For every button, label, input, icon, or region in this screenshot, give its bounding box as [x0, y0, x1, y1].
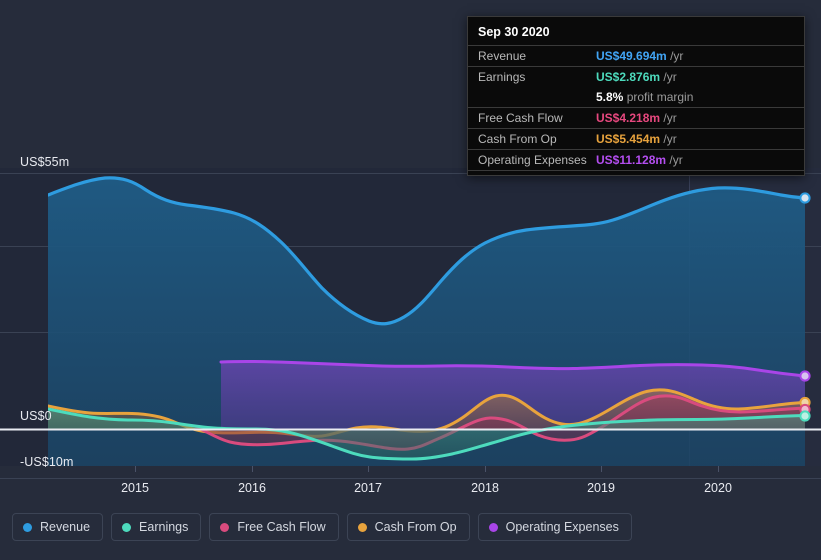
legend-item-cash-from-op[interactable]: Cash From Op — [346, 513, 470, 541]
tooltip-unit-revenue: /yr — [670, 49, 684, 63]
x-axis-label-2015: 2015 — [121, 481, 149, 495]
tooltip-amount-revenue: US$49.694m — [596, 49, 667, 63]
legend-item-free-cash-flow[interactable]: Free Cash Flow — [209, 513, 339, 541]
tooltip-row-operating-expenses: Operating Expenses US$11.128m /yr — [468, 149, 804, 171]
legend-item-revenue[interactable]: Revenue — [12, 513, 104, 541]
legend-label-free-cash-flow: Free Cash Flow — [237, 520, 326, 534]
tooltip-label-cash-from-op: Cash From Op — [468, 128, 596, 150]
tooltip-unit-earnings: /yr — [663, 70, 677, 84]
tooltip-label-earnings: Earnings — [468, 66, 596, 87]
x-axis-label-2019: 2019 — [587, 481, 615, 495]
tooltip-date: Sep 30 2020 — [478, 25, 550, 39]
marker-revenue — [799, 192, 811, 204]
legend-label-earnings: Earnings — [139, 520, 189, 534]
x-axis-label-2017: 2017 — [354, 481, 382, 495]
marker-earnings — [799, 410, 811, 422]
legend-dot-revenue-icon — [23, 522, 32, 532]
tooltip-label-free-cash-flow: Free Cash Flow — [468, 107, 596, 129]
legend-dot-earnings-icon — [122, 522, 132, 532]
tooltip-table: Revenue US$49.694m /yr Earnings US$2.876… — [468, 45, 804, 171]
tooltip-label-operating-expenses: Operating Expenses — [468, 149, 596, 171]
x-axis-label-2018: 2018 — [471, 481, 499, 495]
legend-label-operating-expenses: Operating Expenses — [505, 520, 619, 534]
legend-item-earnings[interactable]: Earnings — [111, 513, 202, 541]
tooltip-row-revenue: Revenue US$49.694m /yr — [468, 45, 804, 67]
tooltip-value-revenue: US$49.694m /yr — [596, 45, 804, 67]
tooltip-amount-cash-from-op: US$5.454m — [596, 132, 661, 146]
y-axis-label-max: US$55m — [20, 155, 70, 169]
tooltip-amount-earnings: US$2.876m — [596, 70, 661, 84]
x-axis-label-2020: 2020 — [704, 481, 732, 495]
y-axis-label-min: -US$10m — [20, 455, 74, 469]
tooltip-value-profit-margin: 5.8% profit margin — [596, 87, 804, 108]
tooltip-unit-cash-from-op: /yr — [663, 132, 677, 146]
tooltip-row-earnings: Earnings US$2.876m /yr — [468, 66, 804, 87]
tooltip-row-cash-from-op: Cash From Op US$5.454m /yr — [468, 128, 804, 150]
x-tick-marks — [135, 466, 719, 472]
legend-item-operating-expenses[interactable]: Operating Expenses — [477, 513, 632, 541]
tooltip-row-free-cash-flow: Free Cash Flow US$4.218m /yr — [468, 107, 804, 129]
tooltip-label-revenue: Revenue — [468, 45, 596, 67]
chart-tooltip: Sep 30 2020 Revenue US$49.694m /yr Earni… — [467, 16, 805, 176]
tooltip-unit-profit-margin: profit margin — [626, 90, 694, 104]
tooltip-amount-operating-expenses: US$11.128m — [596, 153, 667, 167]
legend-label-cash-from-op: Cash From Op — [374, 520, 457, 534]
tooltip-row-profit-margin: 5.8% profit margin — [468, 87, 804, 108]
tooltip-unit-free-cash-flow: /yr — [663, 111, 677, 125]
chart-legend: Revenue Earnings Free Cash Flow Cash Fro… — [12, 513, 632, 541]
x-axis-label-2016: 2016 — [238, 481, 266, 495]
tooltip-value-operating-expenses: US$11.128m /yr — [596, 149, 804, 171]
tooltip-value-cash-from-op: US$5.454m /yr — [596, 128, 804, 150]
legend-dot-operating-expenses-icon — [488, 522, 498, 532]
y-axis-label-zero: US$0 — [20, 409, 52, 423]
tooltip-unit-operating-expenses: /yr — [669, 153, 683, 167]
tooltip-value-free-cash-flow: US$4.218m /yr — [596, 107, 804, 129]
tooltip-amount-free-cash-flow: US$4.218m — [596, 111, 661, 125]
chart-container: US$55m US$0 -US$10m 2015 2016 2017 2018 … — [0, 0, 821, 560]
legend-dot-cash-from-op-icon — [357, 522, 367, 532]
marker-operating-expenses — [799, 370, 811, 382]
tooltip-value-earnings: US$2.876m /yr — [596, 66, 804, 87]
tooltip-amount-profit-margin: 5.8% — [596, 90, 624, 104]
legend-label-revenue: Revenue — [40, 520, 91, 534]
legend-dot-free-cash-flow-icon — [220, 522, 230, 532]
tooltip-label-profit-margin — [468, 87, 596, 108]
